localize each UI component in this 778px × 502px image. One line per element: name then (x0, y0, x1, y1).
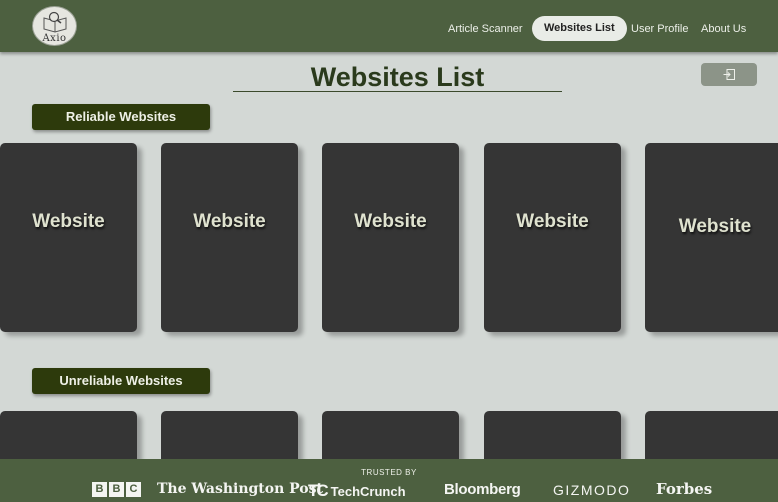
nav-user-profile[interactable]: User Profile (631, 17, 688, 41)
website-card-label: Website (516, 211, 589, 232)
app-logo[interactable]: Axio (32, 6, 77, 46)
exit-icon (723, 69, 735, 80)
techcrunch-mark: TC (308, 481, 329, 500)
bbc-letter: B (92, 482, 107, 497)
reliable-website-card[interactable]: Website (322, 143, 459, 332)
website-card-label: Website (354, 211, 427, 232)
nav-article-scanner[interactable]: Article Scanner (448, 17, 523, 41)
forbes-logo: Forbes (656, 480, 713, 498)
reliable-website-card[interactable]: Website (0, 143, 137, 332)
reliable-website-card[interactable]: Website (161, 143, 298, 332)
footer: TRUSTED BY B B C The Washington Post TC … (0, 459, 778, 502)
reliable-website-card[interactable]: Website (484, 143, 621, 332)
techcrunch-logo: TC TechCrunch (308, 481, 406, 501)
exit-button[interactable] (701, 63, 757, 86)
bbc-letter: C (126, 482, 141, 497)
unreliable-websites-label: Unreliable Websites (32, 368, 210, 394)
top-nav-bar: Axio Article Scanner Websites List User … (0, 0, 778, 52)
reliable-website-card[interactable]: Website (645, 143, 778, 332)
website-card-label: Website (678, 216, 752, 237)
logo-text: Axio (42, 33, 67, 44)
website-card-label: Website (193, 211, 266, 232)
reliable-websites-label: Reliable Websites (32, 104, 210, 130)
bloomberg-logo: Bloomberg (444, 481, 521, 498)
nav-about-us[interactable]: About Us (701, 17, 746, 41)
bbc-letter: B (109, 482, 124, 497)
bbc-logo: B B C (92, 482, 141, 502)
trusted-by-label: TRUSTED BY (361, 468, 417, 477)
book-magnifier-icon (43, 11, 67, 33)
gizmodo-logo: GIZMODO (553, 482, 631, 498)
techcrunch-wordmark: TechCrunch (330, 483, 406, 499)
washington-post-logo: The Washington Post (157, 481, 323, 497)
page-title: Websites List (233, 60, 562, 92)
nav-websites-list[interactable]: Websites List (532, 16, 627, 41)
website-card-label: Website (32, 211, 105, 232)
